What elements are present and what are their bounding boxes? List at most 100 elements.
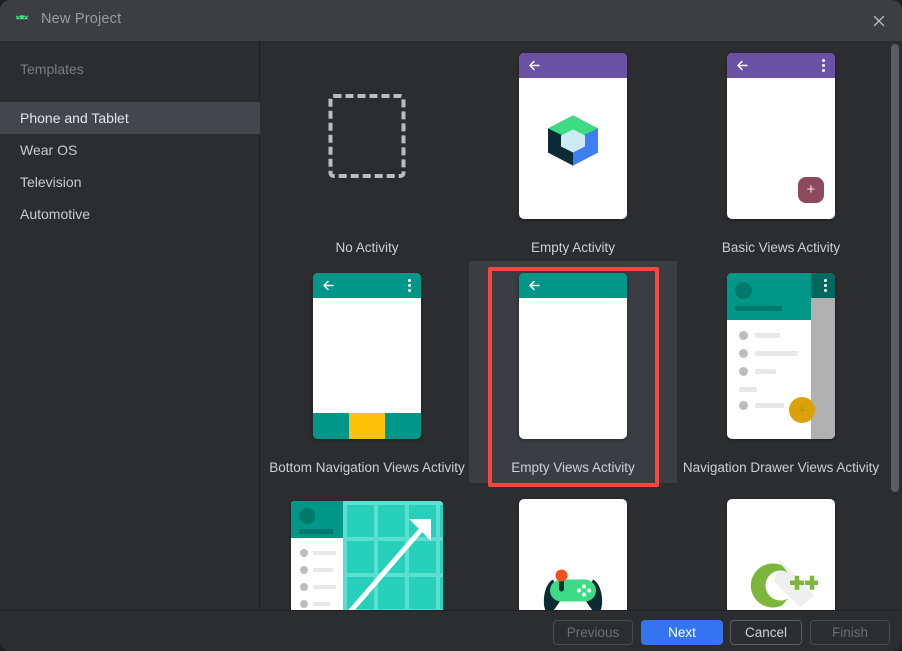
overflow-menu-icon [408,279,411,292]
game-controller-icon [540,565,606,610]
drawer-header-text-placeholder [299,529,333,534]
phone-mock [519,53,627,219]
app-bar [313,273,421,298]
avatar [299,508,315,524]
bottom-nav-segment-active [349,413,385,439]
back-arrow-icon [736,59,749,72]
template-thumbnail [263,261,471,451]
drawer-item-icon [739,401,748,410]
back-arrow-icon [528,279,541,292]
app-bar [727,53,835,78]
back-arrow-icon [322,279,335,292]
content-grid [343,501,443,610]
sidebar-item-phone-and-tablet[interactable]: Phone and Tablet [0,102,260,134]
drawer-item-icon [300,549,308,557]
trend-arrow-icon [343,501,443,610]
drawer-item-icon [300,566,308,574]
sidebar-item-television[interactable]: Television [0,166,260,198]
drawer-item-label-placeholder [313,568,333,572]
template-gallery: No Activity [261,41,902,610]
sidebar-item-wear-os[interactable]: Wear OS [0,134,260,166]
template-label: No Activity [263,240,471,255]
template-thumbnail [263,481,471,610]
phone-mock: + [727,273,835,439]
phone-mock: + [727,53,835,219]
template-thumbnail [469,481,677,610]
drawer-item-label-placeholder [313,585,336,589]
template-label: Empty Activity [469,240,677,255]
next-button-label: Next [668,625,696,640]
drawer-item-icon [739,367,748,376]
dashed-placeholder-icon [329,94,406,178]
template-card-responsive-views-activity[interactable] [263,481,471,610]
app-bar [519,53,627,78]
drawer-header-text-placeholder [735,306,782,311]
phone-mock [519,499,627,610]
template-thumbnail: + [677,261,885,451]
phone-mock [313,273,421,439]
back-arrow-icon [528,59,541,72]
drawer-item-label-placeholder [755,369,776,374]
template-thumbnail [263,41,471,231]
dialog-title: New Project [41,11,121,27]
template-thumbnail [469,261,677,451]
drawer-item-icon [300,583,308,591]
avatar [735,282,752,299]
cancel-button-label: Cancel [745,625,787,640]
drawer-item-label-placeholder [313,602,330,606]
phone-mock [519,273,627,439]
sidebar-item-label: Television [20,174,81,190]
drawer-item-icon [300,600,308,608]
sidebar-item-label: Phone and Tablet [20,110,129,126]
drawer-section-divider-placeholder [739,387,757,392]
jetpack-compose-icon [542,109,604,176]
drawer-item-label-placeholder [313,551,336,555]
next-button[interactable]: Next [641,620,723,645]
dialog-title-bar: New Project [0,0,902,41]
template-card-no-activity[interactable]: No Activity [263,41,471,263]
app-bar-behind-drawer [811,273,835,298]
floating-action-button-icon: + [789,397,815,423]
overflow-menu-icon [824,279,827,292]
overflow-menu-icon [822,59,825,72]
drawer-header [727,273,811,320]
drawer-item-label-placeholder [755,403,784,408]
template-card-basic-views-activity[interactable]: + Basic Views Activity [677,41,885,263]
template-label: Basic Views Activity [677,240,885,255]
new-project-dialog: New Project Templates Phone and Tablet W… [0,0,902,651]
phone-mock [727,499,835,610]
finish-button-label: Finish [832,625,868,640]
template-card-empty-activity[interactable]: Empty Activity [469,41,677,263]
dialog-button-bar: Previous Next Cancel Finish [0,610,902,651]
finish-button[interactable]: Finish [810,620,890,645]
template-card-game-activity[interactable] [469,481,677,610]
drawer-item-icon [739,331,748,340]
cancel-button[interactable]: Cancel [730,620,802,645]
bottom-nav-segment [385,413,421,439]
gallery-scrollbar-thumb[interactable] [891,44,899,492]
template-label: Bottom Navigation Views Activity [263,460,471,475]
android-robot-icon [14,13,30,28]
sidebar-header-label: Templates [0,41,260,97]
cpp-logo-icon [744,555,818,610]
floating-action-button-icon: + [798,177,824,203]
drawer-item-label-placeholder [755,333,780,338]
template-label: Navigation Drawer Views Activity [677,460,885,475]
template-card-empty-views-activity[interactable]: Empty Views Activity [469,261,677,483]
bottom-navigation-bar [313,413,421,439]
tablet-mock [291,501,443,610]
template-thumbnail [469,41,677,231]
template-thumbnail: + [677,41,885,231]
sidebar-item-label: Wear OS [20,142,77,158]
previous-button-label: Previous [567,625,620,640]
app-bar [519,273,627,298]
template-label: Empty Views Activity [469,460,677,475]
close-icon[interactable] [866,8,892,34]
template-card-native-cpp[interactable] [677,481,885,610]
template-thumbnail [677,481,885,610]
template-card-bottom-navigation-views-activity[interactable]: Bottom Navigation Views Activity [263,261,471,483]
sidebar-item-automotive[interactable]: Automotive [0,198,260,230]
drawer-item-icon [739,349,748,358]
previous-button[interactable]: Previous [553,620,633,645]
template-card-navigation-drawer-views-activity[interactable]: + Navigation Drawer Views Activity [677,261,885,483]
